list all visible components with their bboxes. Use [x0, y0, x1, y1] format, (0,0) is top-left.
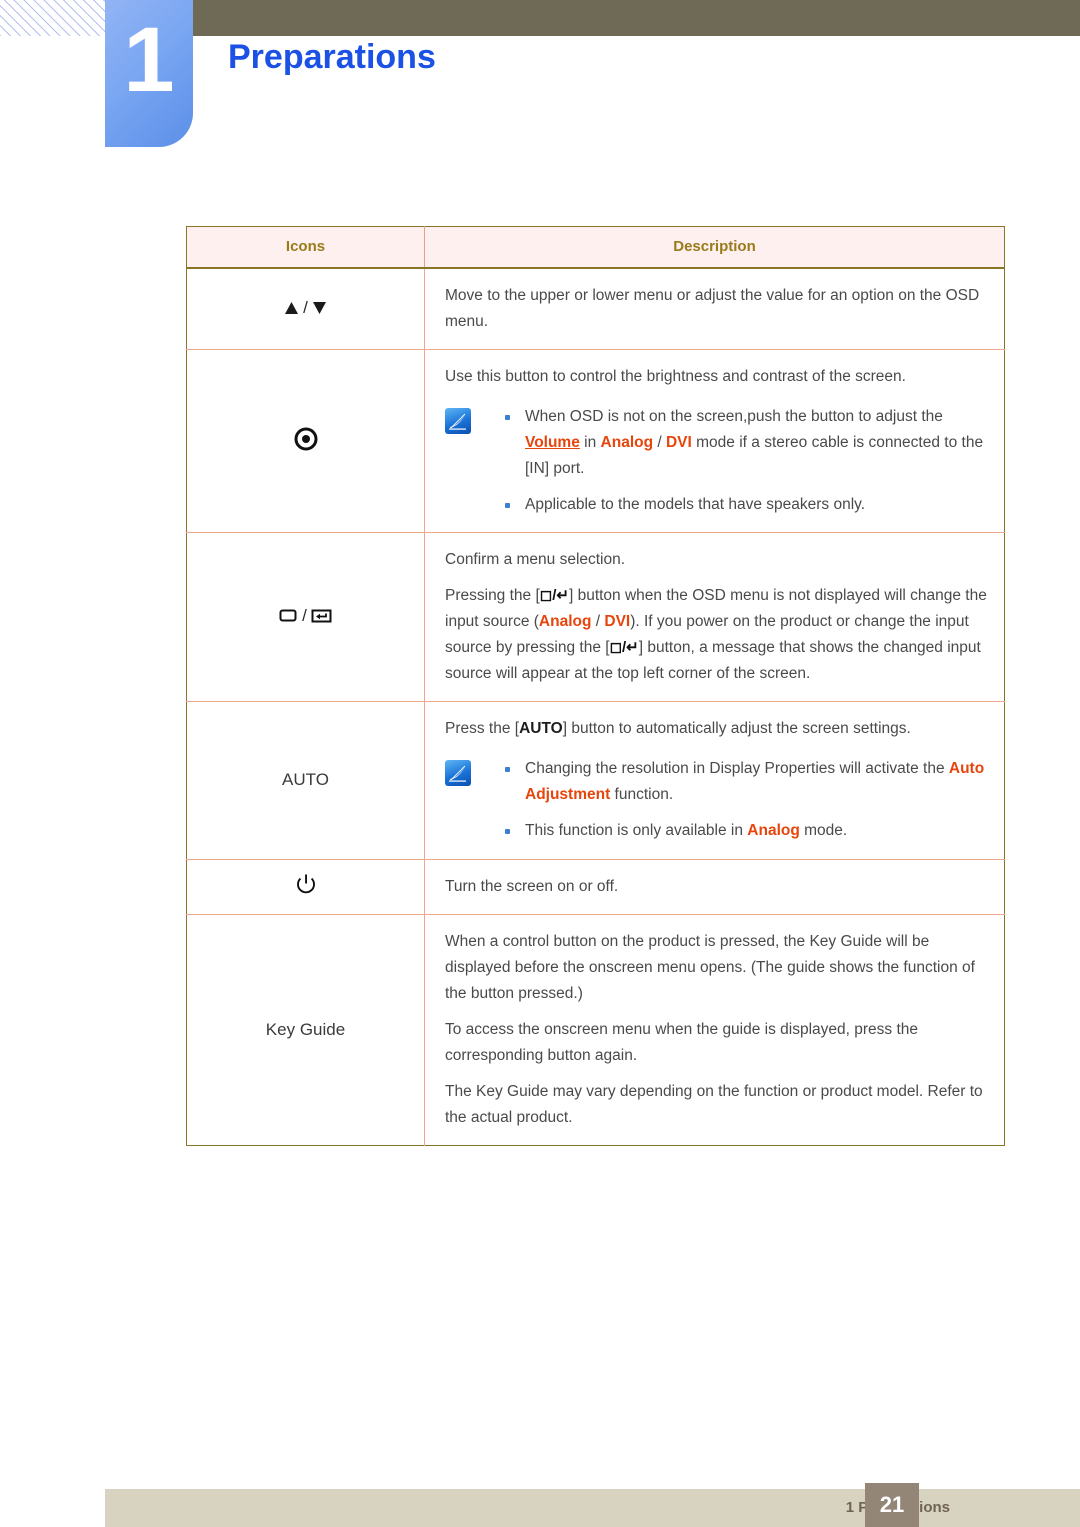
note-block: When OSD is not on the screen,push the b… [445, 404, 990, 518]
description-paragraph: Turn the screen on or off. [445, 877, 619, 895]
table-row: Key Guide When a control button on the p… [186, 913, 1005, 1146]
table-row: Turn the screen on or off. [186, 858, 1005, 915]
description-cell-source-enter: Confirm a menu selection. Pressing the [… [424, 532, 1005, 702]
table-row: AUTO Press the [AUTO] button to automati… [186, 701, 1005, 859]
key-guide-label: Key Guide [265, 1019, 346, 1039]
icon-cell-brightness [186, 349, 425, 533]
description-paragraph: To access the onscreen menu when the gui… [445, 1020, 919, 1064]
description-cell-power: Turn the screen on or off. [424, 858, 1005, 915]
highlight-analog: Analog [538, 613, 592, 631]
note-text-post: function. [610, 786, 674, 804]
text-p3: / [591, 613, 605, 631]
brightness-contrast-icon [294, 427, 318, 455]
bullet-icon [505, 829, 510, 835]
column-header-icons: Icons [186, 226, 425, 269]
note-text-pre: When OSD is not on the screen,push the b… [525, 408, 943, 426]
icon-cell-key-guide: Key Guide [186, 913, 425, 1146]
header-olive-bar [193, 0, 1080, 36]
text-lead-pre: Press the [ [445, 720, 520, 738]
key-functions-table-wrapper: Icons Description / Move to the upper or… [186, 226, 1005, 1146]
auto-button-icon: AUTO [282, 770, 329, 790]
icon-cell-source-enter: / [186, 532, 425, 702]
description-paragraph: Use this button to control the brightnes… [445, 368, 906, 386]
highlight-analog: Analog [600, 434, 654, 452]
text-p1: Pressing the [ [445, 587, 540, 605]
bullet-icon [505, 767, 510, 773]
inline-auto-key: AUTO [519, 720, 563, 738]
page-header: 1 Preparations [0, 0, 1080, 150]
up-down-triangle-icon: / [284, 298, 327, 318]
icon-cell-auto: AUTO [186, 701, 425, 859]
note-pen-icon [445, 408, 471, 435]
table-row: / Confirm a menu selection. Pressing the… [186, 532, 1005, 702]
description-cell-up-down: Move to the upper or lower menu or adjus… [425, 268, 1005, 350]
description-paragraph: Move to the upper or lower menu or adjus… [445, 287, 980, 331]
table-header-row: Icons Description [186, 226, 1005, 269]
highlight-dvi: DVI [604, 613, 631, 631]
power-icon [295, 874, 317, 899]
note-block: Changing the resolution in Display Prope… [445, 756, 990, 844]
table-row: / Move to the upper or lower menu or adj… [186, 268, 1005, 350]
highlight-dvi: DVI [665, 434, 692, 452]
note-pen-icon [445, 760, 471, 787]
table-row: Use this button to control the brightnes… [186, 349, 1005, 533]
description-paragraph: Confirm a menu selection. [445, 551, 626, 569]
slash-separator: / [303, 298, 308, 318]
note-item: Applicable to the models that have speak… [497, 492, 990, 518]
page-title: Preparations [228, 38, 436, 76]
note-text-pre: Changing the resolution in Display Prope… [525, 760, 949, 778]
slash-separator: / [302, 605, 307, 625]
description-cell-brightness: Use this button to control the brightnes… [424, 349, 1005, 533]
page-footer-bar: 1 Preparations [105, 1489, 1080, 1527]
note-text-mid2: / [653, 434, 666, 452]
key-functions-table: Icons Description / Move to the upper or… [186, 226, 1005, 1146]
note-text-pre: This function is only available in [525, 822, 748, 840]
note-text: Applicable to the models that have speak… [525, 496, 866, 514]
note-list: When OSD is not on the screen,push the b… [497, 404, 990, 518]
inline-source-enter-icon: ◻/↵ [609, 639, 639, 657]
note-item: Changing the resolution in Display Prope… [497, 756, 990, 808]
note-text-mid1: in [579, 434, 601, 452]
highlight-volume: Volume [525, 434, 580, 452]
note-text-post: mode. [799, 822, 848, 840]
highlight-analog: Analog [747, 822, 800, 840]
note-item: When OSD is not on the screen,push the b… [497, 404, 990, 482]
description-paragraph: When a control button on the product is … [445, 932, 975, 1002]
text-lead-post: ] button to automatically adjust the scr… [562, 720, 911, 738]
chapter-tab: 1 [105, 0, 193, 147]
page-number-badge: 21 [865, 1483, 919, 1527]
note-list: Changing the resolution in Display Prope… [497, 756, 990, 844]
note-item: This function is only available in Analo… [497, 818, 990, 844]
inline-source-enter-icon: ◻/↵ [539, 587, 569, 605]
bullet-icon [505, 415, 510, 421]
description-paragraph-rich: Pressing the [◻/↵] button when the OSD m… [445, 583, 990, 687]
column-header-description: Description [424, 226, 1005, 269]
chapter-number: 1 [123, 9, 175, 111]
source-enter-icon: / [279, 606, 332, 626]
description-paragraph: The Key Guide may vary depending on the … [445, 1082, 983, 1126]
description-cell-key-guide: When a control button on the product is … [424, 913, 1005, 1146]
description-paragraph: Press the [AUTO] button to automatically… [445, 716, 990, 742]
icon-cell-up-down: / [186, 268, 425, 350]
icon-cell-power [186, 858, 425, 915]
description-cell-auto: Press the [AUTO] button to automatically… [424, 701, 1005, 859]
bullet-icon [505, 503, 510, 509]
